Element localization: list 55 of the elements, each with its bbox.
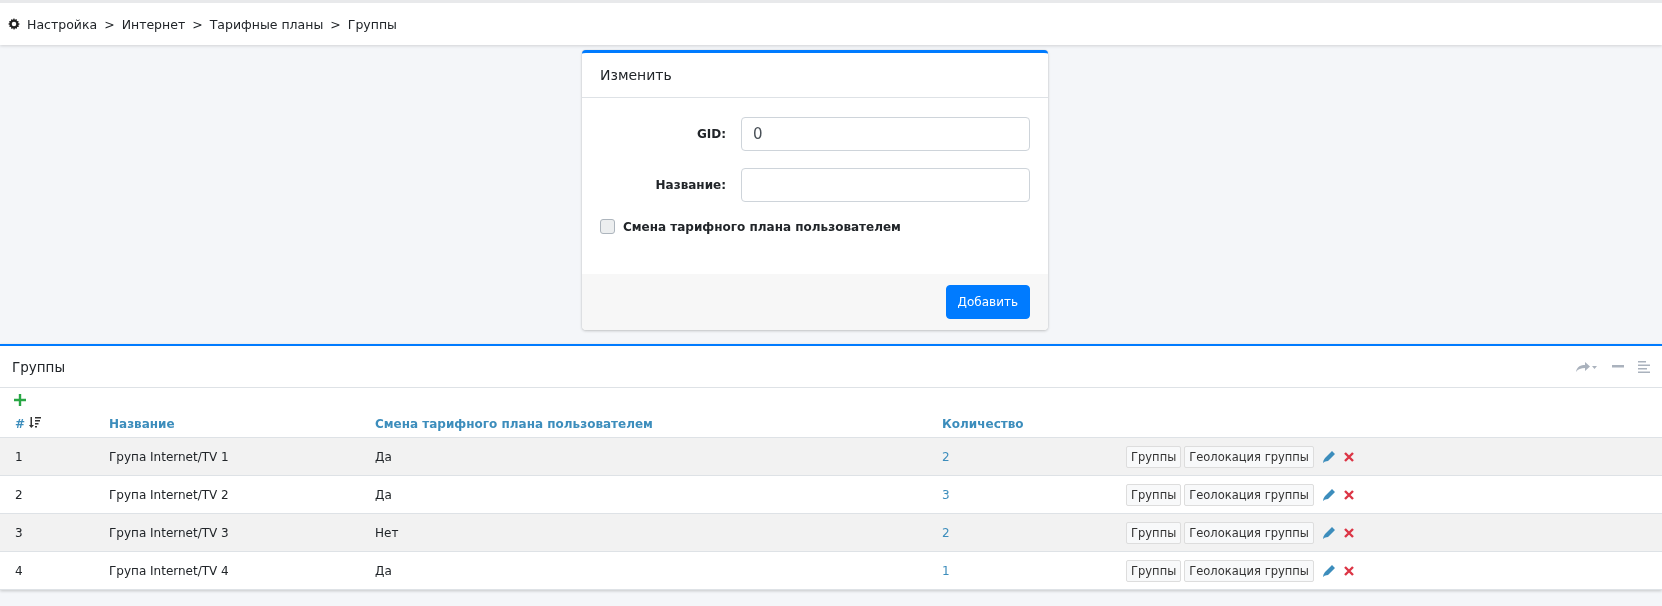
table-cell: 1 <box>0 437 94 476</box>
action-button[interactable]: Группы <box>1126 483 1182 506</box>
column-header[interactable]: Смена тарифного плана пользователем <box>375 417 653 431</box>
action-button[interactable]: Геолокация группы <box>1184 559 1314 582</box>
delete-icon[interactable] <box>1343 527 1354 538</box>
text-input[interactable]: 0 <box>741 117 1030 151</box>
table-cell: Да <box>360 475 927 514</box>
action-button[interactable]: Геолокация группы <box>1184 483 1314 506</box>
table-cell: 4 <box>0 551 94 590</box>
action-button[interactable]: Геолокация группы <box>1184 521 1314 544</box>
checkbox[interactable] <box>600 219 615 234</box>
table-cell: Нет <box>360 513 927 552</box>
table-cell: Група Internet/TV 3 <box>94 513 360 552</box>
breadcrumb-separator: > <box>330 16 341 32</box>
settings-icon <box>8 18 20 30</box>
table-cell: Да <box>360 437 927 476</box>
edit-icon[interactable] <box>1322 564 1335 577</box>
column-header[interactable]: # <box>15 417 26 431</box>
delete-icon[interactable] <box>1343 451 1354 462</box>
action-button[interactable]: Геолокация группы <box>1184 445 1314 468</box>
count-link[interactable]: 3 <box>942 487 950 502</box>
edit-icon[interactable] <box>1322 488 1335 501</box>
add-icon[interactable] <box>14 394 26 406</box>
action-button[interactable]: Группы <box>1126 445 1182 468</box>
checkbox-label: Смена тарифного плана пользователем <box>623 219 901 234</box>
column-header[interactable]: Название <box>109 417 175 431</box>
table-cell: Група Internet/TV 1 <box>94 437 360 476</box>
add-button[interactable]: Добавить <box>945 285 1030 319</box>
action-button[interactable]: Группы <box>1126 559 1182 582</box>
share-icon[interactable] <box>1576 361 1598 372</box>
column-header[interactable]: Количество <box>942 417 1024 431</box>
breadcrumb-separator: > <box>192 16 203 32</box>
panel-title: Группы <box>12 358 67 375</box>
breadcrumb-separator: > <box>104 16 115 32</box>
count-link[interactable]: 1 <box>942 563 950 578</box>
edit-icon[interactable] <box>1322 526 1335 539</box>
field-label: GID: <box>695 127 727 141</box>
sort-icon[interactable] <box>29 417 42 428</box>
breadcrumb-link[interactable]: Интернет <box>121 16 186 32</box>
text-input[interactable] <box>741 168 1030 202</box>
table-cell: Да <box>360 551 927 590</box>
field-label: Название: <box>654 178 727 192</box>
action-button[interactable]: Группы <box>1126 521 1182 544</box>
delete-icon[interactable] <box>1343 489 1354 500</box>
table-cell: Група Internet/TV 2 <box>94 475 360 514</box>
table-cell: Група Internet/TV 4 <box>94 551 360 590</box>
table-cell: 2 <box>0 475 94 514</box>
table-cell: 3 <box>0 513 94 552</box>
breadcrumb-link[interactable]: Настройка <box>27 16 98 32</box>
breadcrumb-link[interactable]: Тарифные планы <box>209 16 324 32</box>
edit-icon[interactable] <box>1322 450 1335 463</box>
card-title: Изменить <box>582 53 1048 98</box>
breadcrumb-link[interactable]: Группы <box>347 16 397 32</box>
delete-icon[interactable] <box>1343 565 1354 576</box>
menu-icon[interactable] <box>1638 360 1650 373</box>
